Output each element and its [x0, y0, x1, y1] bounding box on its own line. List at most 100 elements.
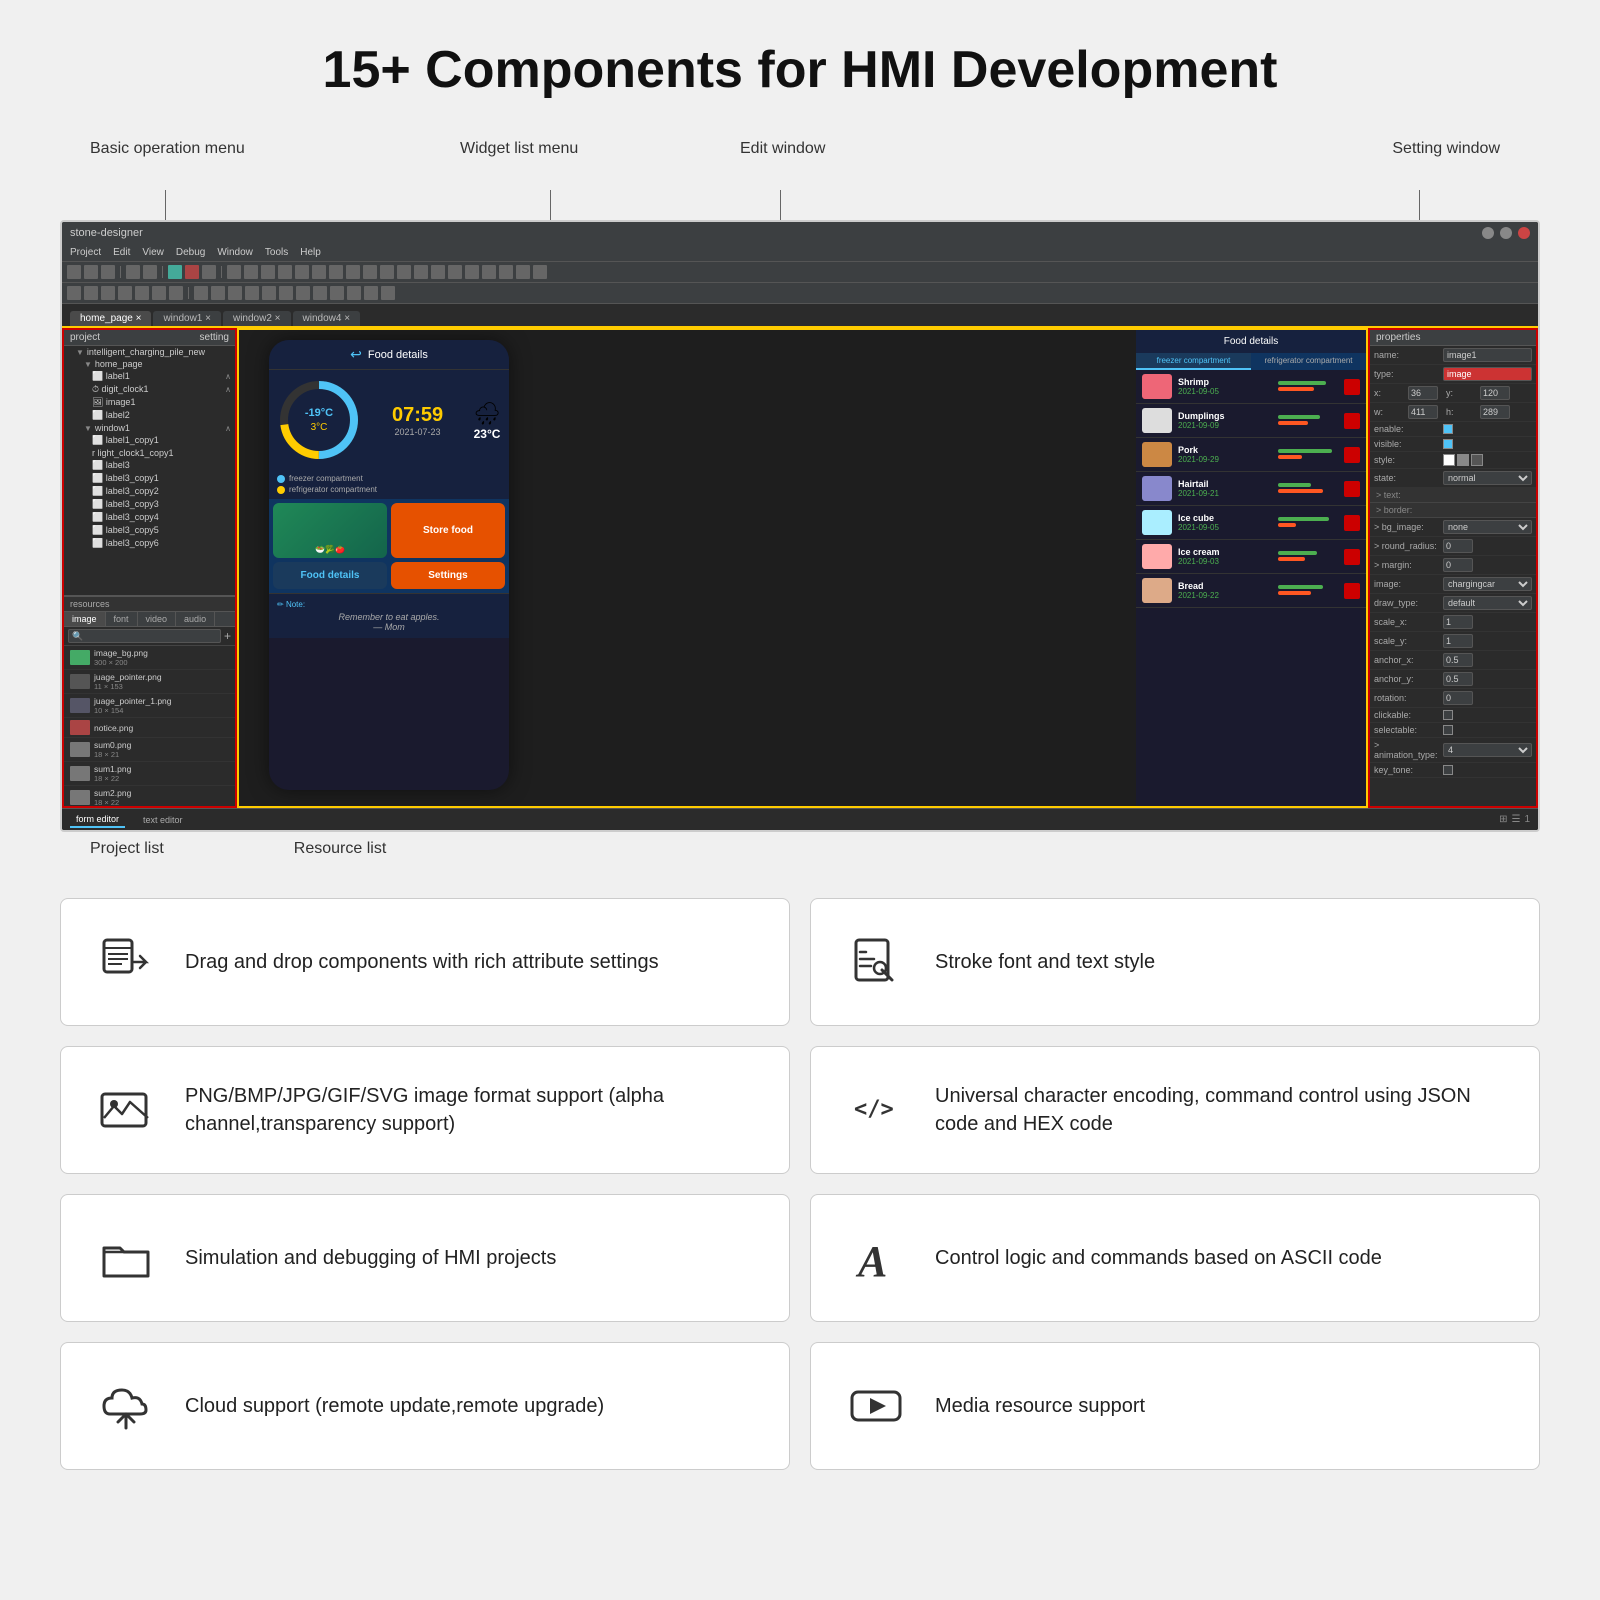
- tree-item-label3-copy4[interactable]: ⬜ label3_copy4: [64, 511, 235, 524]
- menu-debug[interactable]: Debug: [176, 247, 205, 258]
- tree-item-label3[interactable]: ⬜ label3: [64, 459, 235, 472]
- minimize-btn[interactable]: [1482, 227, 1494, 239]
- menu-edit[interactable]: Edit: [113, 247, 130, 258]
- tb2-icon11[interactable]: [245, 286, 259, 300]
- tb-new-icon[interactable]: [67, 265, 81, 279]
- tb-icon13[interactable]: [380, 265, 394, 279]
- prop-animation-select[interactable]: 4: [1443, 743, 1532, 757]
- tree-item-digit-clock1[interactable]: ⏱ digit_clock1 ∧: [64, 383, 235, 396]
- tb-icon7[interactable]: [278, 265, 292, 279]
- menu-view[interactable]: View: [142, 247, 164, 258]
- tb2-icon16[interactable]: [330, 286, 344, 300]
- tab-home-page[interactable]: home_page ×: [70, 311, 151, 326]
- prop-drawtype-select[interactable]: default: [1443, 596, 1532, 610]
- tb-icon5[interactable]: [244, 265, 258, 279]
- prop-h-value[interactable]: 289: [1480, 405, 1510, 419]
- tree-item-homepage[interactable]: ▼ home_page: [64, 358, 235, 370]
- food-tab-fridge[interactable]: refrigerator compartment: [1251, 353, 1366, 370]
- tree-item-label3-copy5[interactable]: ⬜ label3_copy5: [64, 524, 235, 537]
- tb2-icon14[interactable]: [296, 286, 310, 300]
- tb2-icon19[interactable]: [381, 286, 395, 300]
- tb2-icon12[interactable]: [262, 286, 276, 300]
- tb2-icon10[interactable]: [228, 286, 242, 300]
- tab-window2[interactable]: window2 ×: [223, 311, 291, 326]
- prop-rotation-value[interactable]: 0: [1443, 691, 1473, 705]
- res-tab-font[interactable]: font: [106, 612, 138, 626]
- tab-window1[interactable]: window1 ×: [153, 311, 221, 326]
- tb-icon18[interactable]: [465, 265, 479, 279]
- prop-keytone-checkbox[interactable]: [1443, 765, 1453, 775]
- nav-store-btn[interactable]: Store food: [391, 503, 505, 558]
- color-swatch-3[interactable]: [1471, 454, 1483, 466]
- menu-help[interactable]: Help: [300, 247, 321, 258]
- tree-item-image1[interactable]: 🖼 image1: [64, 396, 235, 409]
- tb2-icon2[interactable]: [84, 286, 98, 300]
- tree-item-root[interactable]: ▼ intelligent_charging_pile_new: [64, 346, 235, 358]
- tb-icon17[interactable]: [448, 265, 462, 279]
- prop-clickable-checkbox[interactable]: [1443, 710, 1453, 720]
- tb2-icon1[interactable]: [67, 286, 81, 300]
- menu-project[interactable]: Project: [70, 247, 101, 258]
- tb-icon11[interactable]: [346, 265, 360, 279]
- tb-redo-icon[interactable]: [143, 265, 157, 279]
- icecream-delete-btn[interactable]: [1344, 549, 1360, 565]
- tb2-icon4[interactable]: [118, 286, 132, 300]
- tb-icon22[interactable]: [533, 265, 547, 279]
- tb2-icon8[interactable]: [194, 286, 208, 300]
- tb-stop-icon[interactable]: [185, 265, 199, 279]
- bottom-tab-form[interactable]: form editor: [70, 812, 125, 828]
- shrimp-delete-btn[interactable]: [1344, 379, 1360, 395]
- res-tab-image[interactable]: image: [64, 612, 106, 626]
- tree-item-label3-copy6[interactable]: ⬜ label3_copy6: [64, 537, 235, 550]
- tb-undo-icon[interactable]: [126, 265, 140, 279]
- prop-state-select[interactable]: normal: [1443, 471, 1532, 485]
- tb-run-icon[interactable]: [168, 265, 182, 279]
- tree-item-label3-copy1[interactable]: ⬜ label3_copy1: [64, 472, 235, 485]
- tree-item-clock-copy[interactable]: r light_clock1_copy1: [64, 447, 235, 459]
- prop-name-value[interactable]: image1: [1443, 348, 1532, 362]
- hairtail-delete-btn[interactable]: [1344, 481, 1360, 497]
- tb-icon21[interactable]: [516, 265, 530, 279]
- bottom-icon-2[interactable]: ☰: [1511, 814, 1520, 825]
- tb-icon20[interactable]: [499, 265, 513, 279]
- food-tab-freezer[interactable]: freezer compartment: [1136, 353, 1251, 370]
- tb-debug-icon[interactable]: [202, 265, 216, 279]
- dumplings-delete-btn[interactable]: [1344, 413, 1360, 429]
- res-tab-audio[interactable]: audio: [176, 612, 215, 626]
- tree-item-window1[interactable]: ▼ window1 ∧: [64, 422, 235, 434]
- prop-scalex-value[interactable]: 1: [1443, 615, 1473, 629]
- tree-item-label3-copy3[interactable]: ⬜ label3_copy3: [64, 498, 235, 511]
- tb-icon15[interactable]: [414, 265, 428, 279]
- prop-radius-value[interactable]: 0: [1443, 539, 1473, 553]
- icecube-delete-btn[interactable]: [1344, 515, 1360, 531]
- menu-window[interactable]: Window: [217, 247, 253, 258]
- tree-item-label1[interactable]: ⬜ label1 ∧: [64, 370, 235, 383]
- menu-tools[interactable]: Tools: [265, 247, 288, 258]
- phone-back-icon[interactable]: ↩: [350, 346, 362, 363]
- bottom-icon-1[interactable]: ⊞: [1499, 814, 1507, 825]
- tree-item-label3-copy2[interactable]: ⬜ label3_copy2: [64, 485, 235, 498]
- tb2-icon9[interactable]: [211, 286, 225, 300]
- tb2-icon6[interactable]: [152, 286, 166, 300]
- pork-delete-btn[interactable]: [1344, 447, 1360, 463]
- prop-enable-checkbox[interactable]: [1443, 424, 1453, 434]
- tb-icon4[interactable]: [227, 265, 241, 279]
- prop-selectable-checkbox[interactable]: [1443, 725, 1453, 735]
- res-tab-video[interactable]: video: [138, 612, 177, 626]
- prop-w-value[interactable]: 411: [1408, 405, 1438, 419]
- tb-icon16[interactable]: [431, 265, 445, 279]
- prop-scaley-value[interactable]: 1: [1443, 634, 1473, 648]
- tb2-icon3[interactable]: [101, 286, 115, 300]
- tree-item-label1-copy[interactable]: ⬜ label1_copy1: [64, 434, 235, 447]
- tb-icon8[interactable]: [295, 265, 309, 279]
- tb-save-icon[interactable]: [101, 265, 115, 279]
- tb-icon19[interactable]: [482, 265, 496, 279]
- tb2-icon13[interactable]: [279, 286, 293, 300]
- bottom-icon-3[interactable]: 1: [1524, 814, 1530, 825]
- tree-item-label2[interactable]: ⬜ label2: [64, 409, 235, 422]
- prop-bgimage-select[interactable]: none: [1443, 520, 1532, 534]
- maximize-btn[interactable]: [1500, 227, 1512, 239]
- prop-anchory-value[interactable]: 0.5: [1443, 672, 1473, 686]
- bottom-tab-text[interactable]: text editor: [137, 813, 189, 827]
- tb2-icon18[interactable]: [364, 286, 378, 300]
